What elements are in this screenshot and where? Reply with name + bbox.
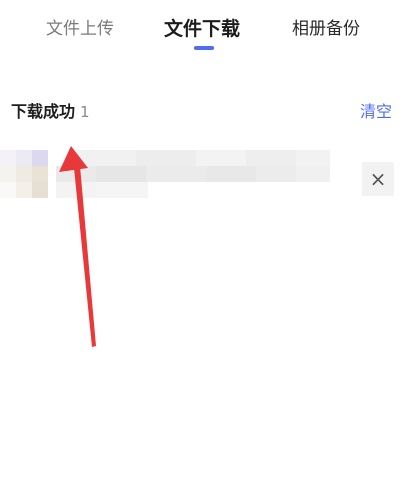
remove-item-button[interactable]: × — [362, 162, 394, 196]
active-tab-indicator — [194, 46, 214, 50]
section-title: 下载成功 — [11, 102, 76, 121]
tab-file-upload[interactable]: 文件上传 — [46, 18, 114, 40]
clear-button[interactable]: 清空 — [360, 101, 392, 123]
close-icon[interactable]: × — [362, 162, 394, 196]
file-name-redacted — [56, 150, 330, 198]
file-thumbnail — [0, 150, 48, 198]
red-arrow-annotation — [59, 146, 96, 347]
tab-album-backup[interactable]: 相册备份 — [292, 18, 360, 40]
download-manager-page: 文件上传 文件下载 相册备份 下载成功 1 清空 × — [0, 0, 407, 499]
transfer-tabs: 文件上传 文件下载 相册备份 — [0, 0, 407, 60]
download-item[interactable] — [0, 142, 407, 202]
tab-file-download[interactable]: 文件下载 — [164, 18, 240, 40]
section-count: 1 — [80, 103, 90, 121]
